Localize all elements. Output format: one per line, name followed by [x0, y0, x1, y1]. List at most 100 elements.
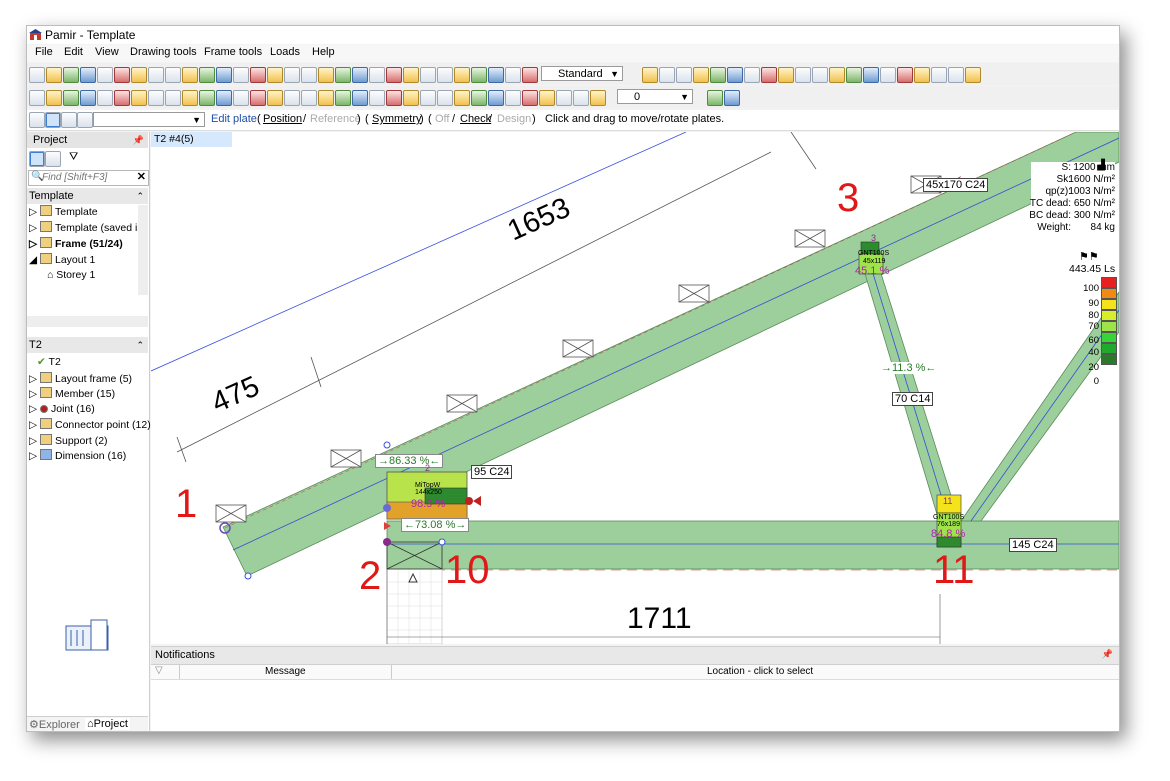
- circle-icon[interactable]: [505, 67, 521, 83]
- style-combo[interactable]: Standard ▼: [541, 66, 623, 81]
- find-box[interactable]: 🔍 ✕: [28, 170, 149, 186]
- menu-file[interactable]: File: [35, 46, 53, 58]
- align-icon[interactable]: [573, 90, 589, 106]
- rect-icon[interactable]: [897, 67, 913, 83]
- project-tab[interactable]: ⌂Project: [85, 718, 130, 730]
- new-icon[interactable]: [301, 67, 317, 83]
- label-top-chord[interactable]: 45x170 C24: [923, 178, 989, 192]
- line-icon[interactable]: [199, 67, 215, 83]
- explorer-tab[interactable]: ⚙Explorer: [29, 718, 80, 731]
- save-icon[interactable]: [335, 67, 351, 83]
- joint-icon[interactable]: [539, 90, 555, 106]
- zoom-icon[interactable]: [420, 67, 436, 83]
- text-icon[interactable]: [352, 90, 368, 106]
- dimension-icon[interactable]: [488, 90, 504, 106]
- zoom-icon[interactable]: [148, 67, 164, 83]
- tree-scrollbar[interactable]: [138, 205, 148, 295]
- menu-edit[interactable]: Edit: [64, 46, 83, 58]
- tree-item-support[interactable]: ▷ Support (2): [29, 434, 108, 447]
- collapse-icon[interactable]: ⌃: [136, 188, 144, 204]
- joint-marker[interactable]: [383, 538, 391, 546]
- filter-icon[interactable]: ▽: [155, 665, 163, 676]
- joint-marker[interactable]: [438, 538, 446, 546]
- dimension-icon[interactable]: [80, 90, 96, 106]
- joint-marker[interactable]: [383, 441, 391, 449]
- extend-icon[interactable]: [216, 90, 232, 106]
- symmetry-option[interactable]: Symmetry: [372, 113, 422, 125]
- trim-icon[interactable]: [199, 90, 215, 106]
- arc-icon[interactable]: [216, 67, 232, 83]
- support-icon[interactable]: [267, 90, 283, 106]
- column-location[interactable]: Location - click to select: [707, 666, 813, 677]
- copy-icon[interactable]: [386, 67, 402, 83]
- menu-loads[interactable]: Loads: [270, 46, 300, 58]
- plate-select-combo[interactable]: ▼: [93, 112, 205, 127]
- pin-icon[interactable]: 📌: [1102, 649, 1113, 660]
- new-icon[interactable]: [948, 67, 964, 83]
- label-web[interactable]: 70 C14: [892, 392, 934, 406]
- mirror-icon[interactable]: [590, 90, 606, 106]
- clear-icon[interactable]: ✕: [137, 170, 146, 183]
- grid-icon[interactable]: [642, 67, 658, 83]
- line-icon[interactable]: [471, 67, 487, 83]
- zoom-icon[interactable]: [795, 67, 811, 83]
- align-icon[interactable]: [165, 90, 181, 106]
- grid-icon[interactable]: [914, 67, 930, 83]
- select-icon[interactable]: [437, 67, 453, 83]
- redo-icon[interactable]: [97, 67, 113, 83]
- open-icon[interactable]: [693, 67, 709, 83]
- copy-icon[interactable]: [761, 67, 777, 83]
- pencil-icon[interactable]: [233, 90, 249, 106]
- check-option[interactable]: Check: [460, 113, 491, 125]
- load-icon[interactable]: [97, 90, 113, 106]
- rect-icon[interactable]: [522, 67, 538, 83]
- settings-icon[interactable]: [931, 67, 947, 83]
- extend-icon[interactable]: [724, 90, 740, 106]
- mirror-icon[interactable]: [182, 90, 198, 106]
- arc-icon[interactable]: [488, 67, 504, 83]
- pin-icon[interactable]: 📌: [133, 132, 144, 148]
- tree-item-frame[interactable]: ▷ Frame (51/24): [29, 237, 123, 250]
- design-option[interactable]: Design: [497, 113, 531, 125]
- pencil-icon[interactable]: [29, 90, 45, 106]
- horizontal-scrollbar[interactable]: [27, 316, 148, 327]
- arc-icon[interactable]: [863, 67, 879, 83]
- redo-icon[interactable]: [744, 67, 760, 83]
- trim-icon[interactable]: [707, 90, 723, 106]
- mirror-icon[interactable]: [386, 90, 402, 106]
- select-icon[interactable]: [812, 67, 828, 83]
- circle-icon[interactable]: [233, 67, 249, 83]
- plate-icon[interactable]: [318, 90, 334, 106]
- undo-icon[interactable]: [352, 67, 368, 83]
- tree-item-template-saved[interactable]: ▷ Template (saved in: [29, 221, 143, 234]
- off-option[interactable]: Off: [435, 113, 449, 125]
- paste-icon[interactable]: [403, 67, 419, 83]
- menu-view[interactable]: View: [95, 46, 119, 58]
- new-icon[interactable]: [29, 67, 45, 83]
- joint-marker[interactable]: [244, 572, 252, 580]
- joint-icon[interactable]: [131, 90, 147, 106]
- tree-item-template[interactable]: ▷ Template: [29, 205, 98, 218]
- plate-icon[interactable]: [522, 90, 538, 106]
- save-icon[interactable]: [63, 67, 79, 83]
- select-member-icon[interactable]: [29, 112, 45, 128]
- plate-icon[interactable]: [114, 90, 130, 106]
- joint-marker[interactable]: [383, 504, 391, 512]
- reference-option[interactable]: Reference: [310, 113, 361, 125]
- new-icon[interactable]: [676, 67, 692, 83]
- tree-item-joint[interactable]: ▷ Joint (16): [29, 403, 95, 415]
- open-icon[interactable]: [965, 67, 981, 83]
- menu-frame-tools[interactable]: Frame tools: [204, 46, 262, 58]
- extend-icon[interactable]: [420, 90, 436, 106]
- redo-icon[interactable]: [369, 67, 385, 83]
- line-icon[interactable]: [846, 67, 862, 83]
- tree-item-storey[interactable]: ⌂ Storey 1: [47, 269, 95, 281]
- move-icon[interactable]: [454, 67, 470, 83]
- tree-item-member[interactable]: ▷ Member (15): [29, 387, 115, 400]
- move-icon[interactable]: [829, 67, 845, 83]
- copy-icon[interactable]: [114, 67, 130, 83]
- collapse-icon[interactable]: ⌃: [136, 337, 144, 353]
- load-icon[interactable]: [505, 90, 521, 106]
- support-icon[interactable]: [63, 90, 79, 106]
- grid-icon[interactable]: [267, 67, 283, 83]
